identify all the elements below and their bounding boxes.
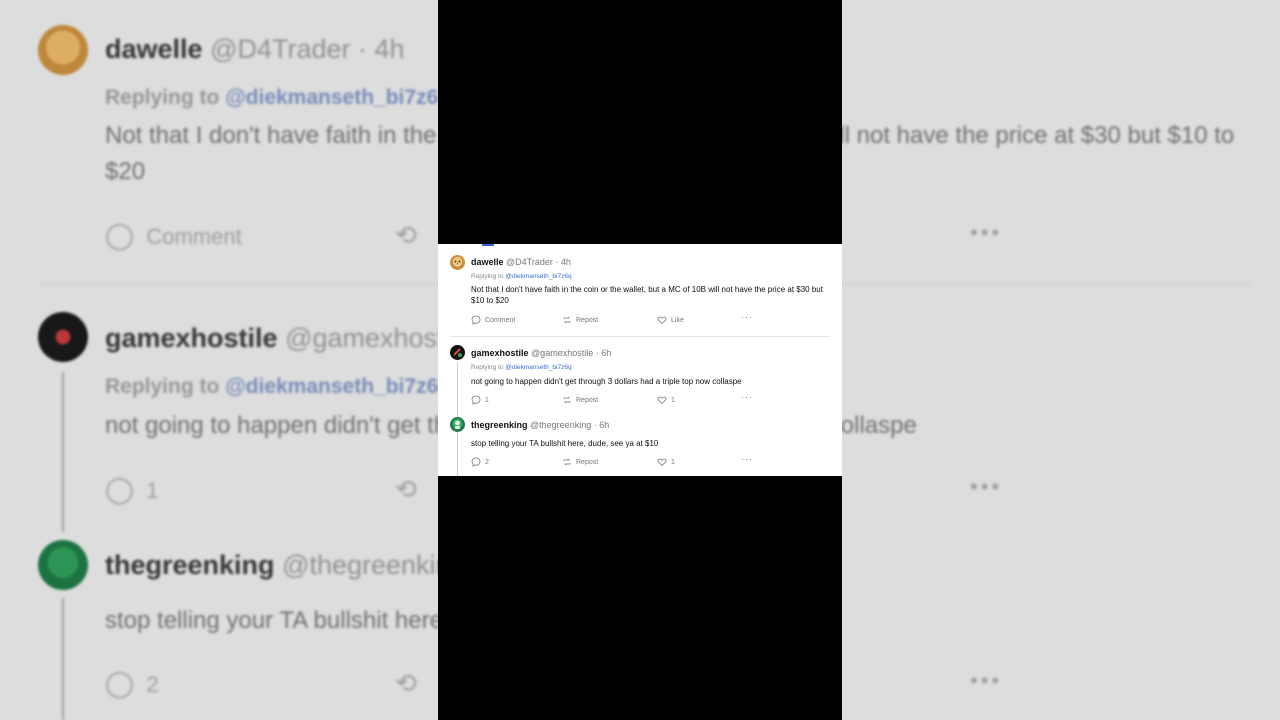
comment-text: stop telling your TA bullshit here, dude… (471, 439, 659, 448)
like-label: Like (671, 316, 684, 324)
doge-avatar-icon (454, 260, 461, 266)
more-options-button[interactable]: ··· (741, 392, 753, 402)
comment-button[interactable]: 1 (471, 395, 489, 405)
comment-button[interactable]: 2 (471, 457, 489, 467)
repost-icon (563, 396, 571, 404)
mention-link[interactable]: @diekmanseth_bi7z6q (505, 273, 571, 280)
like-count: 1 (671, 396, 675, 404)
user-handle[interactable]: @D4Trader (506, 257, 553, 267)
comment-text: Not that I don't have faith in the coin … (471, 285, 823, 305)
more-options-icon: ··· (741, 454, 753, 464)
gamer-avatar-icon (453, 348, 462, 357)
like-count: 1 (671, 458, 675, 466)
repost-label: Repost (576, 316, 599, 324)
more-options-button[interactable]: ··· (741, 312, 753, 322)
repost-label: Repost (576, 396, 599, 404)
heart-icon (657, 458, 667, 467)
comment-actions: 1 Repost 1 ··· (471, 392, 761, 407)
green-king-avatar-icon (455, 420, 460, 429)
comment-divider (450, 336, 830, 337)
replying-to-label: Replying to (471, 273, 504, 280)
user-handle[interactable]: @gamexhostile (531, 348, 593, 358)
user-line: gamexhostile @gamexhostile · 6h (471, 348, 611, 358)
comment-count: 1 (485, 396, 489, 404)
comment-bubble-icon (471, 457, 481, 467)
comment-bubble-icon (471, 315, 481, 325)
username[interactable]: gamexhostile (471, 348, 529, 358)
video-column: dawelle @D4Trader · 4h Replying to @diek… (438, 0, 842, 720)
comment-count: 2 (485, 458, 489, 466)
replying-to-label: Replying to (471, 364, 504, 371)
more-options-icon: ··· (741, 312, 753, 322)
like-button[interactable]: 1 (657, 395, 675, 405)
scroll-indicator (482, 244, 494, 246)
comment-actions: Comment Repost Like ··· (471, 312, 761, 327)
repost-button[interactable]: Repost (562, 457, 598, 467)
replying-to: Replying to @diekmanseth_bi7z6q (471, 364, 572, 371)
timestamp: · 6h (593, 420, 610, 430)
repost-label: Repost (576, 458, 599, 466)
repost-button[interactable]: Repost (562, 315, 598, 325)
heart-icon (657, 396, 667, 405)
timestamp: · 6h (595, 348, 612, 358)
comments-card: dawelle @D4Trader · 4h Replying to @diek… (438, 244, 842, 476)
timestamp: · 4h (555, 257, 571, 267)
more-options-icon: ··· (741, 392, 753, 402)
heart-icon (657, 316, 667, 325)
mention-link[interactable]: @diekmanseth_bi7z6q (505, 364, 571, 371)
like-button[interactable]: Like (657, 315, 684, 325)
comment-text: not going to happen didn't get through 3… (471, 377, 742, 386)
user-line: thegreenking @thegreenking · 6h (471, 420, 609, 430)
avatar[interactable] (450, 345, 465, 360)
like-button[interactable]: 1 (657, 457, 675, 467)
comment-label: Comment (485, 316, 516, 324)
user-handle[interactable]: @thegreenking (530, 420, 591, 430)
username[interactable]: thegreenking (471, 420, 528, 430)
avatar[interactable] (450, 255, 465, 270)
repost-icon (563, 458, 571, 466)
avatar[interactable] (450, 417, 465, 432)
comment-bubble-icon (471, 395, 481, 405)
user-line: dawelle @D4Trader · 4h (471, 257, 571, 267)
repost-button[interactable]: Repost (562, 395, 598, 405)
replying-to: Replying to @diekmanseth_bi7z6q (471, 273, 572, 280)
comment-button[interactable]: Comment (471, 315, 515, 325)
thread-line (457, 434, 458, 476)
username[interactable]: dawelle (471, 257, 504, 267)
more-options-button[interactable]: ··· (741, 454, 753, 464)
comment-actions: 2 Repost 1 ··· (471, 454, 761, 469)
repost-icon (563, 316, 571, 324)
